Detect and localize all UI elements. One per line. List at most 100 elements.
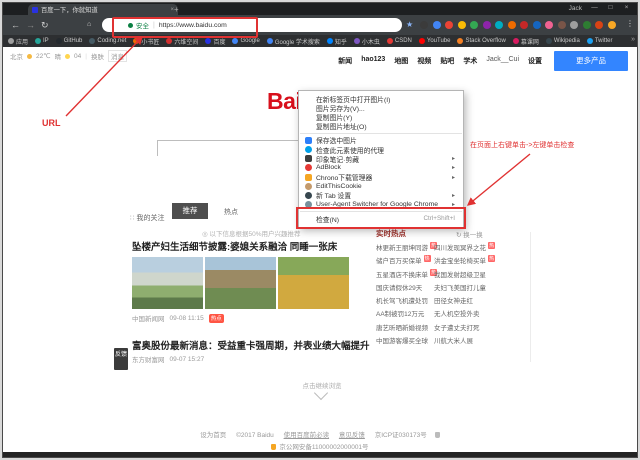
page-footer: 设为首页 ©2017 Baidu 使用百度前必读 意见反馈 京ICP证03017… [2,429,638,439]
maximize-button[interactable]: □ [603,3,618,13]
nav-settings[interactable]: 设置 [528,56,542,66]
bookmark-item[interactable]: Google 学术搜索 [267,37,320,46]
nav-map[interactable]: 地图 [394,56,408,66]
hot-topic[interactable]: 林更新王丽坤同游热 [376,242,434,255]
aqi-icon [65,54,70,59]
hot-topic[interactable]: 洪金宝坐轮椅买单热 [434,255,526,268]
back-icon[interactable]: ← [11,19,20,31]
inspect-annotation-tip: 在页面上右键单击->左键单击检查 [470,140,640,150]
weather-city[interactable]: 北京 [10,51,23,61]
hot-topic[interactable]: 无人机空投外卖 [434,308,526,321]
chrome-menu-icon[interactable]: ⋮ [626,19,634,28]
hot-topic[interactable]: 机长驾飞机遭处罚 [376,295,434,308]
extension-icon[interactable] [483,21,491,29]
close-button[interactable]: × [619,3,634,13]
nav-news[interactable]: 新闻 [338,56,352,66]
bookmark-item[interactable]: IP [35,38,49,44]
extension-icon[interactable] [470,21,478,29]
bookmark-item[interactable]: GitHub [56,38,83,44]
set-home-link[interactable]: 设为首页 [200,432,226,439]
browser-tab[interactable]: 百度一下，你就知道 × [28,4,178,15]
bookmark-item[interactable]: 应用 [8,37,28,46]
forward-icon[interactable]: → [26,19,35,31]
bookmark-label: 应用 [16,37,28,46]
extension-icon[interactable] [433,21,441,29]
tab-extension-icon [305,192,312,199]
must-read-link[interactable]: 使用百度前必读 [284,432,330,439]
news-headline[interactable]: 坠楼产妇生活细节披露:婆媳关系融洽 同睡一张床 [132,239,337,253]
menu-item-chrono-download[interactable]: Chrono下载管理器▸ [299,173,463,182]
zhihu-icon [327,38,333,44]
bookmark-item[interactable]: Wikipedia [546,38,580,44]
home-icon[interactable]: ⌂ [87,19,91,31]
news-thumbnail-2[interactable] [205,257,276,309]
hot-topic[interactable]: 田径女神走红 [434,295,526,308]
menu-item-evernote-clipper[interactable]: 印象笔记·剪藏▸ [299,154,463,163]
nav-xueshu[interactable]: 学术 [463,56,477,66]
bookmark-item[interactable]: Coding.net [89,38,126,44]
extension-icon[interactable] [495,21,503,29]
bookmarks-overflow-icon[interactable]: » [631,36,635,43]
feedback-link[interactable]: 意见反馈 [339,432,365,439]
new-tab-button[interactable]: + [174,5,179,14]
nav-username[interactable]: Jack__Cui [486,56,519,66]
hot-refresh-button[interactable]: ↻ 换一换 [456,229,483,239]
extension-icon[interactable] [533,21,541,29]
reload-icon[interactable]: ↻ [41,19,49,31]
extension-icon[interactable] [445,21,453,29]
more-products-button[interactable]: 更多产品 [554,51,628,71]
feed-tab-hot[interactable]: 热点 [224,207,238,217]
bookmark-item[interactable]: Stack Overflow [457,38,505,44]
extension-icon[interactable] [520,21,528,29]
hot-list-title: 实时热点 [376,228,406,239]
nav-video[interactable]: 视频 [417,56,431,66]
nav-tieba[interactable]: 贴吧 [440,56,454,66]
hot-topic[interactable]: 女子遭丈夫打死 [434,322,526,335]
nav-hao123[interactable]: hao123 [361,56,385,66]
extension-icon[interactable] [558,21,566,29]
hot-topic[interactable]: 我国发射超级卫星 [434,269,526,282]
feedback-widget[interactable]: 反馈 [114,348,128,370]
baidu-favicon [32,7,38,13]
feed-tab-follow[interactable]: ∷我的关注 [130,207,164,225]
bookmark-item[interactable]: Twitter [587,38,613,44]
bookmark-item[interactable]: 知乎 [327,37,347,46]
feed-tab-recommend[interactable]: 推荐 [172,203,208,219]
extension-icon[interactable] [595,21,603,29]
bookmark-star-icon[interactable]: ★ [406,20,413,29]
adblock-icon [305,164,312,171]
minimize-button[interactable]: — [587,3,602,13]
hot-topic[interactable]: AA制被罚12万元 [376,308,434,321]
extension-icon[interactable] [458,21,466,29]
extension-icon[interactable] [545,21,553,29]
news-thumbnail-3[interactable] [278,257,349,309]
hot-topic[interactable]: 储户百万买保单热 [376,255,434,268]
skin-link[interactable]: 换肤 [91,51,104,61]
bookmark-item[interactable]: Google [232,38,259,44]
submenu-arrow-icon: ▸ [452,164,455,171]
message-link[interactable]: 消息 [108,50,127,62]
extension-icon[interactable] [608,21,616,29]
hot-topic[interactable]: 国庆请假休29天 [376,282,434,295]
extension-icons-row [420,21,616,29]
extension-icon[interactable] [420,21,428,29]
extension-icon[interactable] [508,21,516,29]
news-thumbnail-1[interactable] [132,257,203,309]
hot-topic[interactable]: 川航大米人展 [434,335,526,348]
hot-topic[interactable]: 四川发现冥界之花热 [434,242,526,255]
menu-item-copy-image-address[interactable]: 复制图片地址(O) [299,122,463,131]
bookmark-item[interactable]: CSDN [387,38,412,44]
hot-topic[interactable]: 夫妇飞美国打儿童 [434,282,526,295]
hot-topic[interactable]: 五星酒店不换床单热 [376,269,434,282]
extension-icon[interactable] [583,21,591,29]
menu-item-tab-settings[interactable]: 新 Tab 设置▸ [299,191,463,200]
bookmark-item[interactable]: 小木虫 [354,37,380,46]
extension-icon[interactable] [570,21,578,29]
browser-toolbar: ← → ↻ ⌂ 安全 | https://www.baidu.com ★ [2,15,638,35]
hot-topic[interactable]: 唐艺昕晒新婚视频 [376,322,434,335]
feed-tab-label: 我的关注 [136,215,164,222]
news-headline[interactable]: 富奥股份最新消息：受益重卡强周期，并表业绩大幅提升 [132,338,370,352]
bookmark-item[interactable]: YouTube [419,38,451,44]
hot-topic[interactable]: 中国游客爆买全球 [376,335,434,348]
bookmark-item[interactable]: 慕课网 [513,37,539,46]
